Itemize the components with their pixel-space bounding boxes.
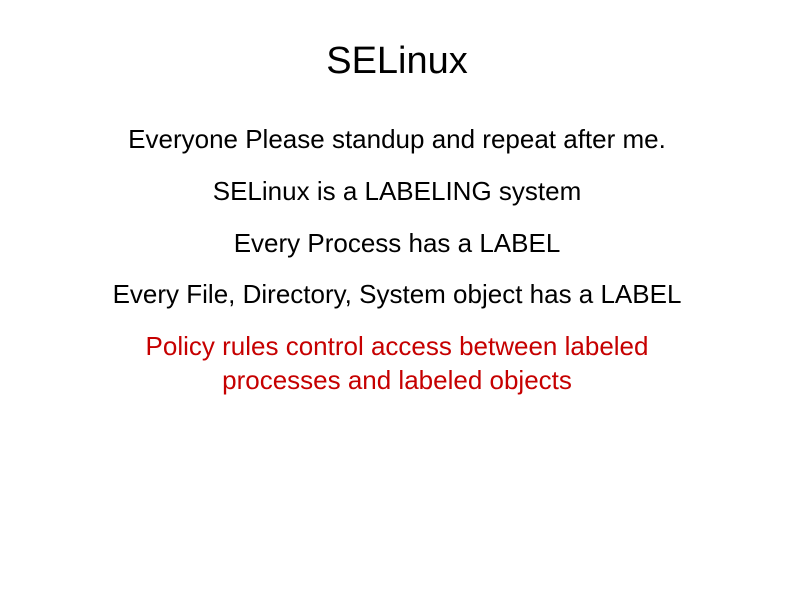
slide-title: SELinux	[326, 40, 468, 83]
content-line-3: Every Process has a LABEL	[234, 227, 561, 261]
content-line-1: Everyone Please standup and repeat after…	[128, 123, 666, 157]
content-line-4: Every File, Directory, System object has…	[113, 278, 682, 312]
content-line-2: SELinux is a LABELING system	[213, 175, 581, 209]
content-line-5: Policy rules control access between labe…	[87, 330, 707, 398]
slide-content: Everyone Please standup and repeat after…	[87, 123, 707, 398]
slide-container: SELinux Everyone Please standup and repe…	[40, 30, 754, 565]
